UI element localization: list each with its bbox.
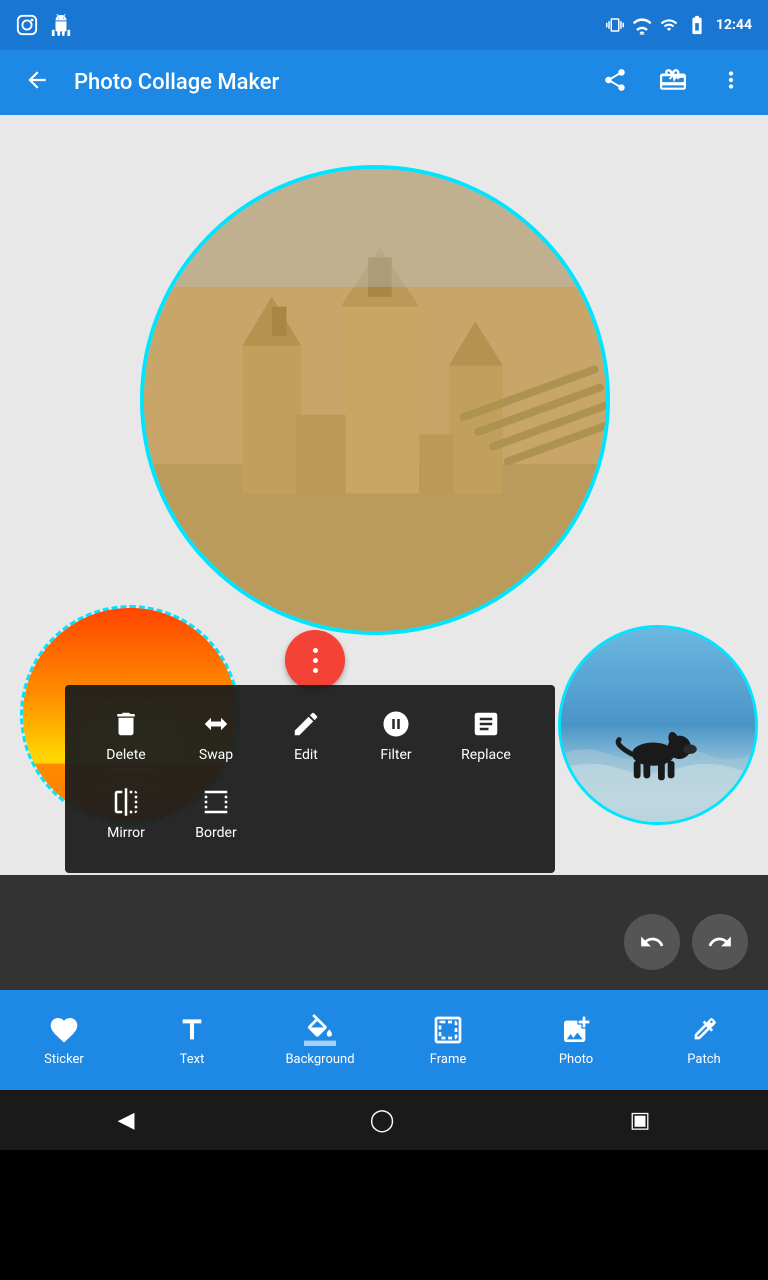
status-bar: 12:44 <box>0 0 768 50</box>
clock: 12:44 <box>716 17 752 33</box>
home-nav-button[interactable]: ◯ <box>340 1098 425 1143</box>
delete-label: Delete <box>106 747 145 763</box>
instagram-icon <box>16 14 38 36</box>
navigation-bar: ◀ ◯ ▣ <box>0 1090 768 1150</box>
main-photo-frame[interactable] <box>140 165 610 635</box>
replace-menu-item[interactable]: Replace <box>441 701 531 771</box>
edit-menu-item[interactable]: Edit <box>261 701 351 771</box>
context-menu-fab[interactable] <box>285 630 345 690</box>
recent-nav-button[interactable]: ▣ <box>600 1098 681 1143</box>
text-tool[interactable]: Text <box>152 1014 232 1067</box>
filter-label: Filter <box>380 747 411 763</box>
back-nav-button[interactable]: ◀ <box>88 1098 165 1143</box>
delete-menu-item[interactable]: Delete <box>81 701 171 771</box>
context-menu-popup: Delete Swap Edit Filter <box>65 685 555 873</box>
patch-label: Patch <box>687 1052 720 1067</box>
vertical-dots-icon <box>313 648 318 673</box>
patch-icon <box>688 1014 720 1046</box>
vibrate-icon <box>606 16 624 34</box>
photo-add-icon <box>560 1014 592 1046</box>
sticker-tool[interactable]: Sticker <box>24 1014 104 1067</box>
canvas-area[interactable]: Delete Swap Edit Filter <box>0 115 768 875</box>
status-left-icons <box>16 14 72 36</box>
workspace-area <box>0 875 768 990</box>
border-icon <box>201 787 231 817</box>
app-bar: Photo Collage Maker <box>0 50 768 115</box>
trash-icon <box>111 709 141 739</box>
frame-label: Frame <box>430 1052 467 1067</box>
sand-castle-image <box>144 169 606 631</box>
edit-label: Edit <box>294 747 318 763</box>
frame-tool[interactable]: Frame <box>408 1014 488 1067</box>
bottom-toolbar: Sticker Text Background Frame Photo <box>0 990 768 1090</box>
wifi-icon <box>632 15 652 35</box>
back-button[interactable] <box>16 59 58 107</box>
filter-icon <box>381 709 411 739</box>
background-label: Background <box>285 1052 354 1067</box>
mirror-icon <box>111 787 141 817</box>
swap-label: Swap <box>199 747 233 763</box>
photo-tool[interactable]: Photo <box>536 1014 616 1067</box>
frame-icon <box>432 1014 464 1046</box>
undo-redo-controls <box>624 914 748 970</box>
context-menu-row-1: Delete Swap Edit Filter <box>81 701 539 771</box>
mirror-label: Mirror <box>107 825 145 841</box>
android-icon <box>50 14 72 36</box>
patch-tool[interactable]: Patch <box>664 1014 744 1067</box>
photo-label: Photo <box>559 1052 593 1067</box>
sticker-label: Sticker <box>44 1052 84 1067</box>
heart-icon <box>48 1014 80 1046</box>
text-label: Text <box>180 1052 205 1067</box>
swap-menu-item[interactable]: Swap <box>171 701 261 771</box>
replace-icon <box>471 709 501 739</box>
undo-button[interactable] <box>624 914 680 970</box>
background-tool[interactable]: Background <box>280 1014 360 1067</box>
swap-icon <box>201 709 231 739</box>
context-menu-row-2: Mirror Border <box>81 779 539 849</box>
pencil-icon <box>291 709 321 739</box>
app-title: Photo Collage Maker <box>74 70 578 95</box>
status-right-icons: 12:44 <box>606 14 752 36</box>
redo-icon <box>707 929 733 955</box>
filter-menu-item[interactable]: Filter <box>351 701 441 771</box>
replace-label: Replace <box>461 747 511 763</box>
battery-icon <box>686 14 708 36</box>
gift-button[interactable] <box>652 59 694 107</box>
border-menu-item[interactable]: Border <box>171 779 261 849</box>
text-icon <box>176 1014 208 1046</box>
right-photo-frame[interactable] <box>558 625 758 825</box>
more-options-button[interactable] <box>710 59 752 107</box>
ocean-image <box>561 628 755 822</box>
share-button[interactable] <box>594 59 636 107</box>
redo-button[interactable] <box>692 914 748 970</box>
border-label: Border <box>195 825 236 841</box>
signal-icon <box>660 16 678 34</box>
mirror-menu-item[interactable]: Mirror <box>81 779 171 849</box>
undo-icon <box>639 929 665 955</box>
background-icon <box>304 1014 336 1046</box>
